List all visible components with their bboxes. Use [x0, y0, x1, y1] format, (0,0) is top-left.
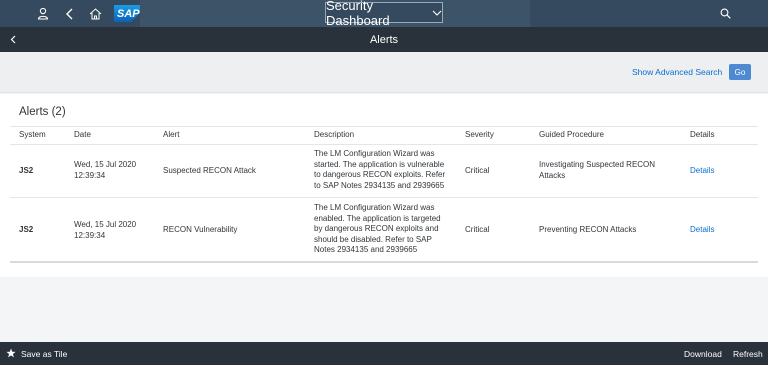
alerts-table-panel: Alerts (2) System Date Alert Description…	[0, 94, 768, 277]
star-icon	[6, 348, 16, 360]
description-line: enabled. The application is targeted	[314, 213, 441, 223]
table-title: Alerts (2)	[19, 106, 66, 118]
home-icon[interactable]	[82, 0, 108, 27]
description-line: by dangerous RECON exploits and	[314, 224, 439, 233]
cell-description: The LM Configuration Wizard was started.…	[314, 149, 445, 191]
column-header-date[interactable]: Date	[74, 130, 91, 139]
save-as-tile-button[interactable]: Save as Tile	[6, 342, 67, 365]
column-header-guided-procedure[interactable]: Guided Procedure	[539, 130, 604, 139]
shell-bar: SAP Security Dashboard	[0, 0, 768, 28]
column-header-description[interactable]: Description	[314, 130, 354, 139]
details-link[interactable]: Details	[690, 225, 714, 236]
cell-date-day: Wed, 15 Jul 2020	[74, 160, 137, 169]
description-line: started. The application is vulnerable	[314, 159, 445, 169]
column-header-system[interactable]: System	[19, 130, 46, 139]
cell-date-time: 12:39:34	[74, 230, 106, 240]
description-line: The LM Configuration Wizard was	[314, 149, 435, 158]
procedure-line: Preventing RECON Attacks	[539, 225, 637, 234]
cell-system: JS2	[19, 225, 34, 234]
download-button[interactable]: Download	[684, 349, 722, 359]
cell-guided-procedure: Preventing RECON Attacks	[539, 225, 636, 236]
table-header: System Date Alert Description Severity G…	[10, 126, 758, 145]
footer-toolbar: Save as Tile Download Refresh	[0, 342, 768, 365]
cell-severity: Critical	[465, 166, 490, 175]
cell-date-time: 12:39:34	[74, 170, 106, 180]
column-header-severity[interactable]: Severity	[465, 130, 494, 139]
cell-alert: RECON Vulnerability	[163, 225, 238, 234]
column-header-details[interactable]: Details	[690, 130, 714, 139]
page-title: Alerts	[369, 33, 399, 46]
cell-severity: Critical	[465, 225, 490, 234]
filter-bar: Show Advanced Search Go	[0, 52, 768, 93]
search-icon[interactable]	[712, 0, 738, 27]
go-button[interactable]: Go	[729, 64, 751, 80]
cell-description: The LM Configuration Wizard was enabled.…	[314, 203, 441, 256]
table-row[interactable]: JS2 Wed, 15 Jul 2020 12:39:34 Suspected …	[10, 144, 758, 198]
procedure-line: Attacks	[539, 170, 566, 180]
chevron-down-icon	[432, 8, 442, 19]
user-icon[interactable]	[30, 0, 56, 27]
cell-guided-procedure: Investigating Suspected RECON Attacks	[539, 160, 655, 181]
app-title: Security Dashboard	[326, 0, 390, 28]
description-line: The LM Configuration Wizard was	[314, 203, 435, 212]
cell-date: Wed, 15 Jul 2020 12:39:34	[74, 220, 136, 241]
description-line: Notes 2934135 and 2939665	[314, 245, 418, 254]
shell-bar-left: SAP	[0, 0, 158, 27]
app-title-menu[interactable]: Security Dashboard	[325, 0, 443, 28]
cell-alert: Suspected RECON Attack	[163, 166, 256, 175]
cell-date: Wed, 15 Jul 2020 12:39:34	[74, 160, 136, 181]
nav-back-icon[interactable]	[6, 27, 20, 52]
page-header: Alerts	[0, 27, 768, 52]
table-bottom-border	[10, 261, 758, 263]
column-header-alert[interactable]: Alert	[163, 130, 179, 139]
cell-date-day: Wed, 15 Jul 2020	[74, 220, 137, 229]
save-as-tile-label: Save as Tile	[21, 348, 68, 359]
description-line: should be disabled. Refer to SAP	[314, 234, 432, 244]
refresh-button[interactable]: Refresh	[733, 349, 763, 359]
back-icon[interactable]	[56, 0, 82, 27]
show-advanced-search-link[interactable]: Show Advanced Search	[632, 67, 722, 77]
table-row[interactable]: JS2 Wed, 15 Jul 2020 12:39:34 RECON Vuln…	[10, 198, 758, 262]
procedure-line: Investigating Suspected RECON	[539, 160, 656, 169]
description-line: to SAP Notes 2934135 and 2939665	[314, 180, 445, 190]
details-link[interactable]: Details	[690, 166, 714, 177]
description-line: to dangerous RECON exploits. Refer	[314, 170, 446, 179]
cell-system: JS2	[19, 166, 34, 175]
sap-logo-text: SAP	[117, 7, 140, 20]
